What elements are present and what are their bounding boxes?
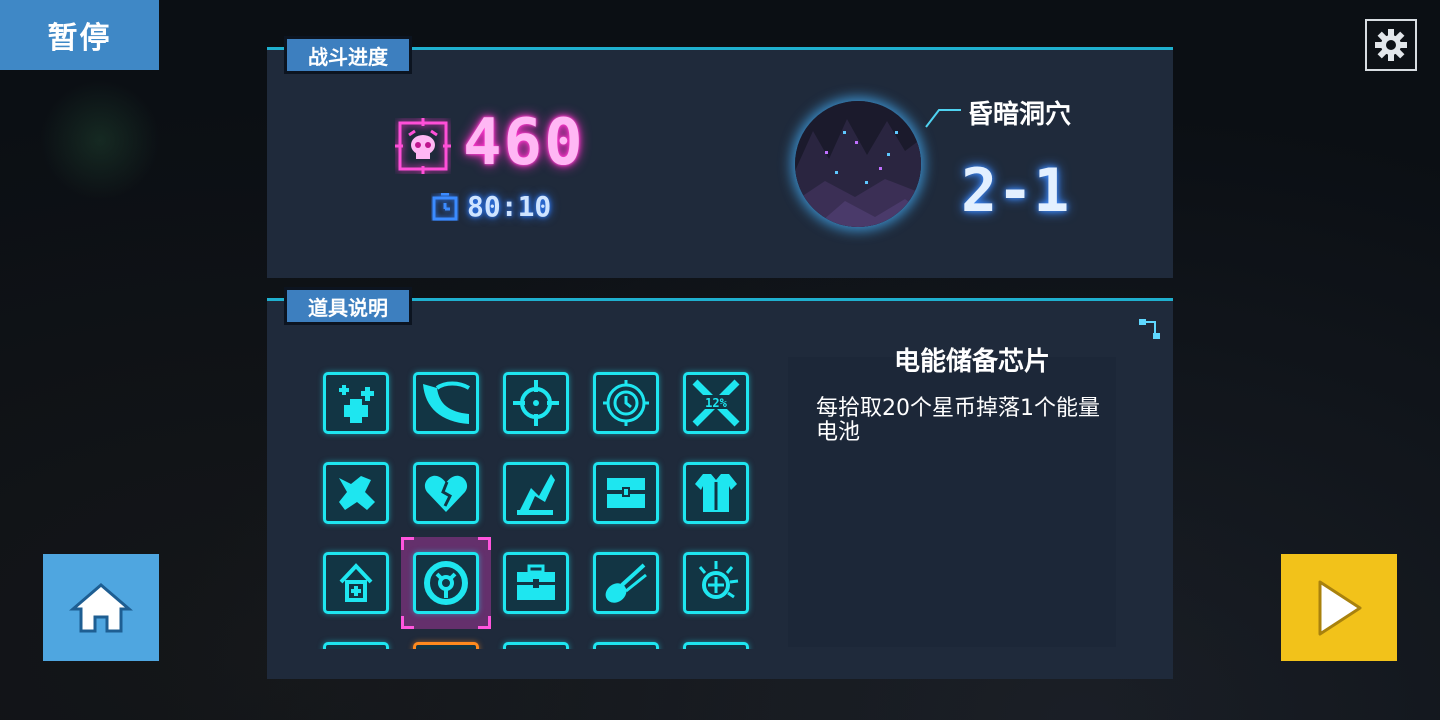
energy-chip-icon: [424, 561, 468, 605]
clock-target-icon: [603, 380, 649, 426]
stopwatch-icon: [432, 193, 458, 221]
x-blob-icon: [339, 476, 375, 510]
item-grid: 12%: [267, 301, 787, 649]
item-slot-row4-2[interactable]: [413, 642, 479, 649]
broken-heart-icon: [424, 475, 468, 512]
item-slot-broken-heart[interactable]: [413, 462, 479, 524]
item-description-name: 电能储备芯片: [893, 347, 1050, 377]
item-description-panel: 道具说明 12% 电能储备芯片 每拾取20个星币掉落1个能量电池: [267, 287, 1173, 679]
armor-vest-icon: [695, 474, 737, 512]
item-slot-crossed-swords[interactable]: 12%: [683, 372, 749, 434]
home-icon: [69, 582, 133, 632]
home-button[interactable]: [43, 554, 159, 661]
item-slot-flame-shard[interactable]: [503, 462, 569, 524]
item-slot-row4-3[interactable]: [503, 642, 569, 649]
item-slot-row4-5[interactable]: [683, 642, 749, 649]
settings-button[interactable]: [1365, 19, 1417, 71]
flame-shard-icon: [517, 474, 555, 515]
item-slot-speed[interactable]: [413, 372, 479, 434]
crossed-swords-12-icon: 12%: [692, 379, 740, 427]
item-slot-armor-vest[interactable]: [683, 462, 749, 524]
background-glow: [40, 80, 160, 200]
spiked-target-icon: [698, 561, 739, 599]
play-icon: [1318, 580, 1362, 635]
item-slot-crosshair[interactable]: [503, 372, 569, 434]
item-slot-comet[interactable]: [593, 552, 659, 614]
treasure-chest-icon: [607, 478, 645, 508]
item-slot-plus-cluster[interactable]: [323, 372, 389, 434]
gear-icon: [1375, 29, 1407, 61]
stage-number: 2-1: [961, 156, 1070, 226]
battle-progress-panel: 战斗进度 460 80:10 昏暗洞穴 2-1: [267, 36, 1173, 278]
item-slot-row4-1[interactable]: [323, 642, 389, 649]
stage-planet-image: [795, 101, 921, 227]
item-description-text: 每拾取20个星币掉落1个能量电池: [816, 396, 1100, 445]
crosshair-icon: [513, 380, 559, 426]
item-slot-spiked-target[interactable]: [683, 552, 749, 614]
item-slot-treasure-chest[interactable]: [593, 462, 659, 524]
battle-progress-title: 战斗进度: [284, 36, 412, 74]
item-slot-clock-target[interactable]: [593, 372, 659, 434]
item-slot-energy-chip[interactable]: [413, 552, 479, 614]
kill-count: 460: [463, 106, 585, 180]
stage-name: 昏暗洞穴: [967, 100, 1072, 130]
speed-swoosh-icon: [423, 381, 471, 424]
skull-target-icon: [395, 118, 451, 174]
battle-timer: 80:10: [467, 190, 552, 223]
medkit-icon: [517, 564, 555, 600]
item-slot-row4-4[interactable]: [593, 642, 659, 649]
comet-icon: [605, 563, 647, 603]
up-arrow-plus-icon: [339, 563, 373, 602]
stage-pointer-line: [925, 109, 961, 128]
pause-label: 暂停: [0, 0, 159, 70]
plus-cluster-icon: [339, 385, 374, 423]
item-slot-up-arrow-plus[interactable]: [323, 552, 389, 614]
svg-text:12%: 12%: [705, 396, 727, 410]
resume-button[interactable]: [1281, 554, 1397, 661]
item-slot-x-blob[interactable]: [323, 462, 389, 524]
corner-connector-icon: [1139, 319, 1160, 339]
item-slot-medkit[interactable]: [503, 552, 569, 614]
